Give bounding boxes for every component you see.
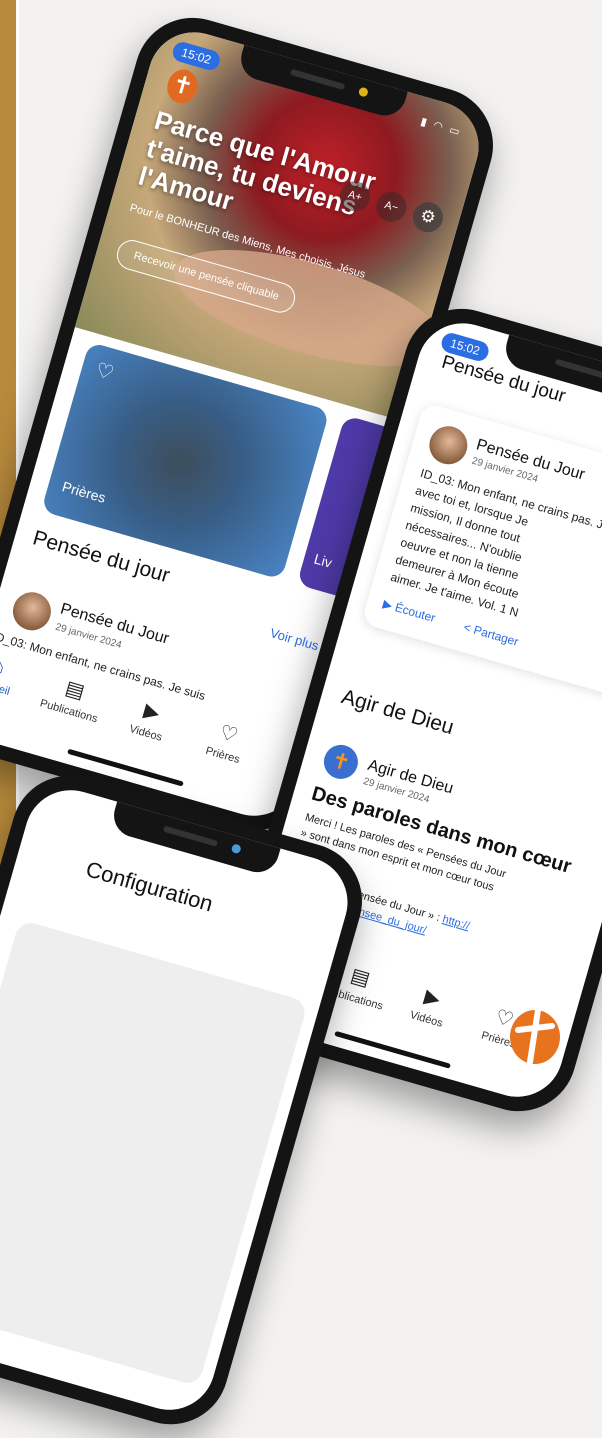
logo-cross-icon: ✝: [163, 65, 202, 107]
nav-videos[interactable]: ▶ Vidéos: [106, 689, 194, 750]
section-title: Agir de Dieu: [338, 685, 457, 740]
avatar: [8, 587, 56, 635]
home-indicator: [334, 1030, 451, 1069]
nav-prayers[interactable]: ♡ Prières: [182, 711, 270, 772]
page-title: Configuration: [83, 856, 216, 917]
heart-icon: ♡: [216, 721, 241, 748]
card-label: Liv: [312, 550, 334, 571]
gear-icon[interactable]: ⚙: [409, 198, 447, 236]
configuration-screen: Configuration: [0, 779, 359, 1421]
card-label: Prières: [60, 478, 108, 506]
phone-configuration: Configuration: [0, 762, 376, 1438]
avatar: [424, 421, 472, 469]
video-icon: ▶: [421, 985, 443, 1011]
logo-cross-icon: ✝: [319, 740, 362, 783]
thought-card: Pensée du Jour 29 janvier 2024 ID_03: Mo…: [360, 401, 602, 715]
share-button[interactable]: < Partager: [462, 620, 520, 649]
heart-icon[interactable]: ♡: [93, 357, 117, 386]
nav-publications[interactable]: ▤ Publications: [29, 667, 117, 728]
read-link[interactable]: http://: [441, 913, 471, 932]
see-more-link[interactable]: Voir plus: [268, 625, 320, 653]
settings-panel: [0, 919, 309, 1387]
listen-button[interactable]: ▶ Écouter: [381, 597, 437, 625]
logo-cross-icon: [510, 1007, 560, 1065]
